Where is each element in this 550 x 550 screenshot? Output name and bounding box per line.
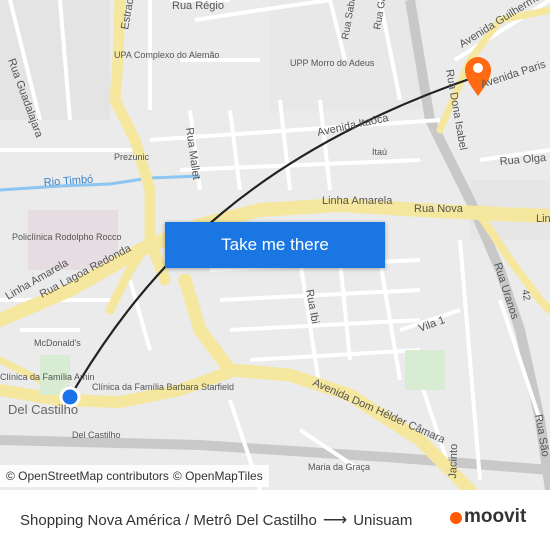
label-clinica-amin: Clínica da Família Amin [0, 372, 95, 382]
route-origin: Shopping Nova América / Metrô Del Castil… [20, 511, 317, 529]
label-prezunic: Prezunic [114, 152, 150, 162]
moovit-logo-icon [450, 512, 462, 524]
arrow-right-icon: ⟶ [322, 510, 348, 529]
moovit-logo[interactable]: moovit [450, 506, 526, 528]
label-maria-da-graca: Maria da Graça [308, 462, 370, 472]
label-itau: Itaú [372, 147, 387, 157]
park-area-east [405, 350, 445, 390]
label-jacinto: Jacinto [447, 444, 460, 479]
label-del-castilho-area: Del Castilho [8, 402, 78, 417]
route-summary: Shopping Nova América / Metrô Del Castil… [20, 510, 412, 530]
label-mcdonalds: McDonald's [34, 338, 81, 348]
label-linha-east: Linha [536, 213, 550, 225]
map-attribution: © OpenStreetMap contributors © OpenMapTi… [0, 465, 269, 487]
map[interactable]: Estrada Rua Régio Rua Guadalajara Rua Sa… [0, 0, 550, 490]
label-rua-regio: Rua Régio [172, 0, 224, 12]
osm-attribution-link[interactable]: © OpenStreetMap contributors [6, 469, 169, 483]
take-me-there-button[interactable]: Take me there [165, 222, 385, 268]
label-upa: UPA Complexo do Alemão [114, 50, 219, 60]
label-linha-amarela: Linha Amarela [322, 195, 393, 207]
label-upp: UPP Morro do Adeus [290, 58, 375, 68]
openmaptiles-attribution-link[interactable]: © OpenMapTiles [173, 469, 263, 483]
label-rua-nova: Rua Nova [414, 203, 464, 215]
label-clinica-barbara: Clínica da Família Barbara Starfield [92, 382, 234, 392]
route-destination: Unisuam [353, 511, 413, 529]
moovit-brand-text: moovit [464, 506, 527, 527]
label-del-castilho-station: Del Castilho [72, 430, 121, 440]
take-me-there-label: Take me there [221, 235, 329, 254]
label-policlinica: Policlínica Rodolpho Rocco [12, 232, 122, 242]
